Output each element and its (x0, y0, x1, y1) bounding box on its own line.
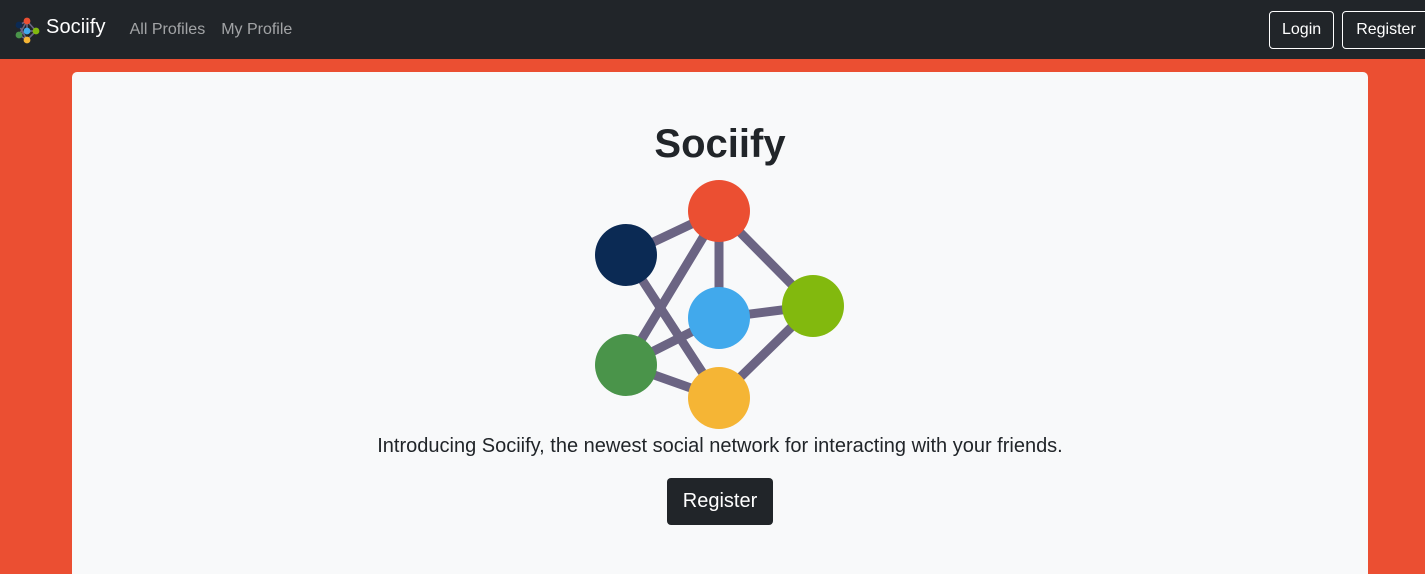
network-node-navy (595, 224, 657, 286)
network-node-yellow (688, 367, 750, 429)
login-button[interactable]: Login (1269, 11, 1334, 49)
brand-name: Sociify (46, 16, 106, 38)
network-node-lime (782, 275, 844, 337)
nav-link-all-profiles[interactable]: All Profiles (130, 21, 206, 39)
nav-link-my-profile[interactable]: My Profile (221, 21, 292, 39)
network-node-red (688, 180, 750, 242)
hero-tagline: Introducing Sociify, the newest social n… (377, 435, 1063, 457)
hero-register-button[interactable]: Register (667, 478, 773, 525)
navbar: Sociify All Profiles My Profile Login Re… (0, 0, 1425, 59)
social-network-illustration (595, 180, 844, 429)
hero-title: Sociify (654, 122, 786, 166)
network-node-blue (688, 287, 750, 349)
brand-link[interactable]: Sociify (11, 14, 106, 46)
network-node-green (595, 334, 657, 396)
nav-links: All Profiles My Profile (130, 21, 309, 39)
auth-buttons: Login Register (1269, 11, 1425, 49)
navbar-register-button[interactable]: Register (1342, 11, 1425, 49)
hero-card: Sociify Introducing Sociify, the newest … (72, 72, 1368, 574)
sociify-logo-icon (15, 17, 40, 43)
